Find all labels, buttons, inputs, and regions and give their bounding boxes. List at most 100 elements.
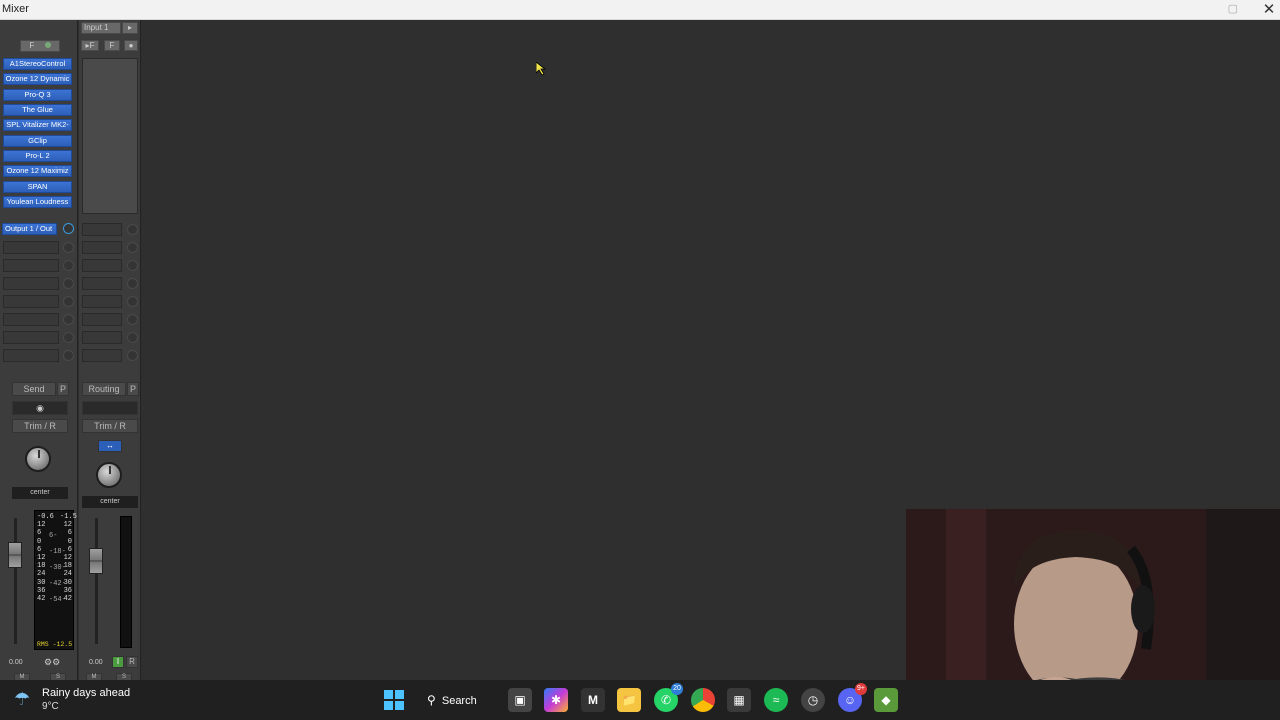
trim-button[interactable]: Trim / R (12, 419, 68, 433)
scale-label: 24 (63, 570, 72, 579)
send-power-icon[interactable] (127, 314, 138, 325)
send-power-icon[interactable] (63, 260, 74, 271)
record-button[interactable]: R (126, 656, 138, 668)
scale-label: 12 (63, 554, 72, 563)
send-slot[interactable] (3, 349, 59, 362)
send-button[interactable]: Send (12, 382, 56, 396)
chrome-icon[interactable] (691, 688, 715, 712)
scale-label: 30 (63, 578, 72, 587)
fx-toggle-button[interactable]: F (20, 40, 60, 52)
send-power-icon[interactable] (63, 296, 74, 307)
send-power-icon[interactable] (63, 332, 74, 343)
insert-slot[interactable]: Ozone 12 Dynamic (3, 73, 72, 85)
trim-knob[interactable] (25, 446, 51, 472)
insert-slot[interactable]: Ozone 12 Maximiz (3, 165, 72, 177)
close-button[interactable]: ✕ (1262, 0, 1276, 18)
send-power-icon[interactable] (63, 350, 74, 361)
windows-start-icon[interactable] (382, 688, 406, 712)
microsoft-store-icon[interactable]: ▦ (727, 688, 751, 712)
weather-title: Rainy days ahead (42, 687, 131, 699)
pan-display[interactable]: center (82, 496, 138, 508)
send-slot[interactable] (3, 277, 59, 290)
p-button[interactable]: P (127, 382, 139, 396)
send-power-icon[interactable] (127, 296, 138, 307)
link-icon[interactable]: ◉ (12, 401, 68, 415)
rain-icon: ☂ (14, 689, 31, 709)
input-selector[interactable]: Input 1 (81, 22, 121, 34)
insert-slot[interactable]: GClip (3, 135, 72, 147)
weather-temperature: 9°C (42, 701, 59, 712)
search-icon: ⚲ (427, 693, 436, 707)
app-m-icon[interactable]: M (581, 688, 605, 712)
send-slot[interactable] (82, 331, 122, 344)
window-title: Mixer (2, 3, 29, 15)
insert-slot[interactable]: A1StereoControl (3, 58, 72, 70)
output-power-icon[interactable] (127, 224, 138, 235)
fx-arrow-button[interactable]: ▸F (81, 40, 99, 51)
output-power-icon[interactable] (63, 223, 74, 234)
send-power-icon[interactable] (127, 350, 138, 361)
output-routing-slot[interactable]: Output 1 / Out (2, 223, 57, 235)
routing-display[interactable] (82, 401, 138, 415)
send-slot[interactable] (3, 331, 59, 344)
trim-knob[interactable] (96, 462, 122, 488)
app-clock-icon[interactable]: ◷ (801, 688, 825, 712)
fader-track (14, 518, 17, 644)
send-slot[interactable] (3, 241, 59, 254)
scale-label: 12 (63, 521, 72, 530)
rms-readout: RMS -12.5 (37, 641, 73, 648)
send-power-icon[interactable] (127, 332, 138, 343)
meter-scale-right: -1.5 12 6 0 6 12 18 24 30 36 42 (60, 513, 77, 603)
volume-fader[interactable] (89, 548, 103, 574)
insert-slot[interactable]: Pro-Q 3 (3, 89, 72, 101)
input-options-icon[interactable]: ▸ (122, 22, 138, 34)
send-slot[interactable] (82, 349, 122, 362)
send-power-icon[interactable] (63, 242, 74, 253)
fx-button[interactable]: F (104, 40, 120, 51)
send-slot[interactable] (82, 313, 122, 326)
trim-button[interactable]: Trim / R (82, 419, 138, 433)
volume-fader[interactable] (8, 542, 22, 568)
discord-icon[interactable]: ☺ 9+ (838, 683, 867, 712)
pan-display[interactable]: center (12, 487, 68, 499)
send-power-icon[interactable] (127, 278, 138, 289)
pin-icon[interactable]: ▢ (1228, 2, 1238, 15)
p-button[interactable]: P (57, 382, 69, 396)
send-power-icon[interactable] (63, 314, 74, 325)
send-slot[interactable] (3, 259, 59, 272)
input-monitor-button[interactable]: I (112, 656, 124, 668)
insert-slot[interactable]: SPAN (3, 181, 72, 193)
power-icon[interactable]: ● (124, 40, 138, 51)
task-view-icon[interactable]: ▣ (508, 688, 532, 712)
file-explorer-icon[interactable]: 📁 (617, 688, 641, 712)
scale-label: 6 (67, 545, 72, 554)
send-slot[interactable] (82, 295, 122, 308)
fx-toggle-label: F (29, 41, 35, 50)
send-slot[interactable] (3, 313, 59, 326)
scale-label: -1.5 (60, 513, 77, 521)
copilot-icon[interactable]: ✱ (544, 688, 568, 712)
taskbar-search-button[interactable]: ⚲ Search (427, 688, 487, 712)
insert-area[interactable] (82, 58, 138, 214)
scale-label: 6 (67, 529, 72, 538)
send-slot[interactable] (3, 295, 59, 308)
mixer-settings-icon[interactable]: ⚙⚙ (44, 657, 60, 668)
send-power-icon[interactable] (127, 260, 138, 271)
send-power-icon[interactable] (63, 278, 74, 289)
send-power-icon[interactable] (127, 242, 138, 253)
output-slot[interactable] (82, 223, 122, 236)
spotify-icon[interactable]: ≈ (764, 688, 788, 712)
send-slot[interactable] (82, 277, 122, 290)
insert-slot[interactable]: SPL Vitalizer MK2- (3, 119, 72, 131)
stereo-width-icon[interactable]: ↔ (98, 440, 122, 452)
windows-logo-icon (384, 690, 404, 710)
whatsapp-icon[interactable]: ✆ 20 (654, 683, 683, 712)
daw-app-icon[interactable]: ◆ (874, 688, 898, 712)
insert-slot[interactable]: Youlean Loudness (3, 196, 72, 208)
send-slot[interactable] (82, 259, 122, 272)
insert-slot[interactable]: Pro-L 2 (3, 150, 72, 162)
power-icon (44, 42, 51, 48)
routing-button[interactable]: Routing (82, 382, 126, 396)
insert-slot[interactable]: The Glue (3, 104, 72, 116)
send-slot[interactable] (82, 241, 122, 254)
